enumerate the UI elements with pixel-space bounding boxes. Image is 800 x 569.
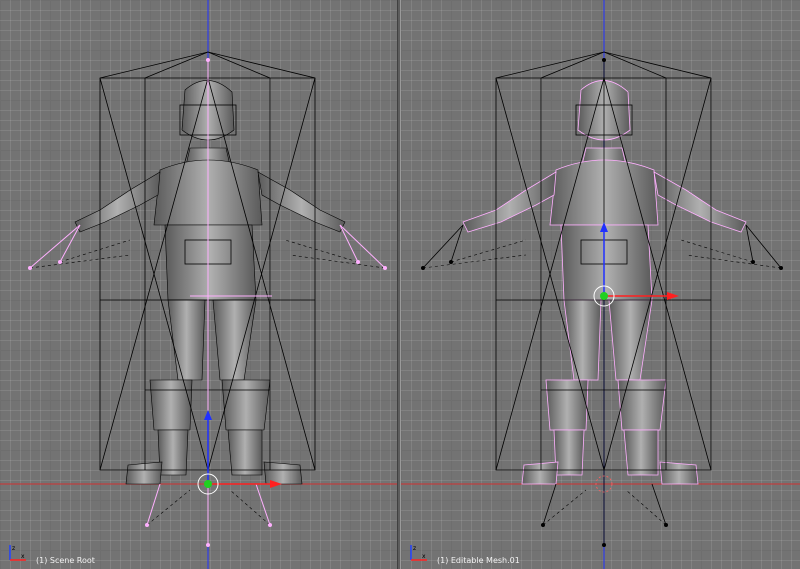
xyz-axis-icon: z x: [410, 545, 427, 561]
xyz-axis-icon: z x: [9, 545, 26, 561]
blender-3d-window: z x (1) Scene Root z x (1) Editable Mesh…: [0, 0, 800, 569]
svg-text:z: z: [413, 545, 416, 552]
viewport-status-right: (1) Editable Mesh.01: [437, 556, 520, 565]
3d-viewport-right[interactable]: z x (1) Editable Mesh.01: [401, 0, 800, 569]
character-mesh[interactable]: [74, 80, 346, 485]
svg-text:x: x: [422, 553, 426, 560]
viewport-right-scene: [401, 0, 800, 569]
3d-viewport-left[interactable]: z x (1) Scene Root: [0, 0, 397, 569]
svg-text:x: x: [21, 553, 25, 560]
svg-text:z: z: [12, 545, 15, 552]
viewport-left-scene: [0, 0, 397, 569]
viewport-status-left: (1) Scene Root: [36, 556, 95, 565]
